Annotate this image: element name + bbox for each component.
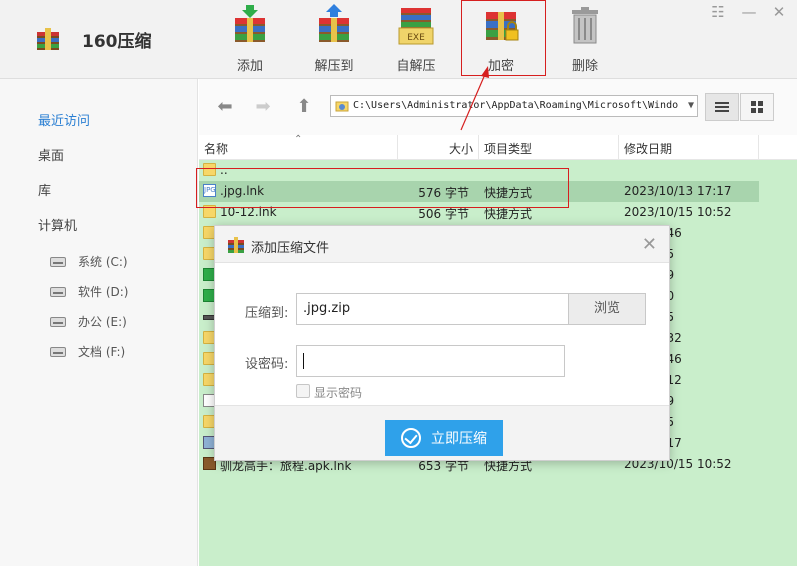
- add-label: 添加: [236, 59, 263, 74]
- extract-to-button[interactable]: 解压到: [302, 4, 366, 74]
- chevron-down-icon[interactable]: ▼: [688, 96, 694, 116]
- folder-shortcut-icon: [335, 101, 349, 112]
- drive-label: 办公 (E:): [78, 315, 127, 329]
- list-view-icon: [715, 102, 729, 112]
- compress-to-input[interactable]: .jpg.zip: [296, 293, 569, 325]
- dialog-title: 添加压缩文件: [251, 241, 330, 256]
- drive-icon: [50, 286, 66, 297]
- close-icon[interactable]: ✕: [771, 4, 787, 20]
- sidebar: 最近访问 桌面 库 计算机 系统 (C:) 软件 (D:) 办公 (E:) 文档…: [0, 79, 198, 566]
- svg-text:EXE: EXE: [407, 33, 425, 43]
- self-extract-exe-icon: EXE: [398, 8, 434, 45]
- encrypt-highlight-box: [461, 0, 546, 76]
- address-path: C:\Users\Administrator\AppData\Roaming\M…: [353, 100, 679, 111]
- close-icon[interactable]: ✕: [642, 234, 657, 255]
- password-label: 设密码:: [245, 357, 289, 372]
- menu-icon[interactable]: ☷: [710, 4, 726, 20]
- drive-icon: [50, 346, 66, 357]
- text-cursor: [303, 352, 304, 369]
- toolbar: 160压缩 添加 解压到 EXE 自解压 加密 删除 ☷ — ✕: [0, 0, 797, 79]
- extract-to-icon: [319, 4, 349, 42]
- dialog-header: 添加压缩文件 ✕: [215, 226, 669, 263]
- dialog-footer: 立即压缩: [215, 405, 669, 460]
- selected-file-highlight-box: [196, 168, 569, 208]
- app-logo-icon: [37, 28, 59, 50]
- sidebar-item-computer[interactable]: 计算机: [38, 215, 77, 234]
- drive-label: 软件 (D:): [78, 285, 129, 299]
- add-button[interactable]: 添加: [218, 4, 282, 74]
- archive-icon: [228, 237, 244, 253]
- sidebar-item-desktop[interactable]: 桌面: [38, 145, 64, 164]
- password-input[interactable]: [296, 345, 565, 377]
- sidebar-item-recent[interactable]: 最近访问: [38, 110, 90, 129]
- dialog-body: 压缩到: .jpg.zip 浏览 设密码: 显示密码: [215, 264, 669, 405]
- column-header: 名称 ⌃ 大小 项目类型 修改日期: [199, 134, 797, 160]
- column-name[interactable]: 名称: [204, 140, 228, 157]
- sidebar-drive-e[interactable]: 办公 (E:): [50, 313, 127, 330]
- sidebar-drive-c[interactable]: 系统 (C:): [50, 253, 128, 270]
- self-extract-label: 自解压: [396, 59, 436, 74]
- up-arrow-icon[interactable]: ⬆: [294, 97, 314, 117]
- drive-icon: [50, 316, 66, 327]
- delete-button[interactable]: 删除: [553, 4, 617, 74]
- show-password-checkbox[interactable]: [296, 384, 310, 398]
- app-title: 160压缩: [82, 32, 152, 52]
- file-date: 2023/10/13 17:17: [624, 184, 732, 198]
- column-size[interactable]: 大小: [449, 140, 473, 157]
- grid-view-icon: [751, 101, 763, 113]
- minimize-icon[interactable]: —: [741, 4, 757, 20]
- add-archive-icon: [235, 5, 265, 42]
- compress-now-label: 立即压缩: [431, 431, 487, 447]
- list-view-button[interactable]: [705, 93, 739, 121]
- browse-button[interactable]: 浏览: [568, 293, 646, 325]
- self-extract-button[interactable]: EXE 自解压: [384, 4, 448, 74]
- drive-label: 系统 (C:): [78, 255, 128, 269]
- compress-to-label: 压缩到:: [245, 306, 289, 321]
- sort-up-icon: ⌃: [294, 134, 303, 145]
- column-date[interactable]: 修改日期: [624, 140, 672, 157]
- file-date: 2023/10/15 10:52: [624, 205, 732, 219]
- sidebar-drive-d[interactable]: 软件 (D:): [50, 283, 128, 300]
- drive-icon: [50, 256, 66, 267]
- drive-label: 文档 (F:): [78, 345, 126, 359]
- navigation-bar: ⬅ ➡ ⬆ C:\Users\Administrator\AppData\Roa…: [199, 79, 797, 135]
- grid-view-button[interactable]: [740, 93, 774, 121]
- extract-to-label: 解压到: [314, 59, 354, 74]
- forward-arrow-icon[interactable]: ➡: [253, 97, 273, 117]
- column-type[interactable]: 项目类型: [484, 140, 532, 157]
- sidebar-drive-f[interactable]: 文档 (F:): [50, 343, 125, 360]
- back-arrow-icon[interactable]: ⬅: [215, 97, 235, 117]
- show-password-label: 显示密码: [314, 386, 363, 400]
- delete-label: 删除: [571, 59, 598, 74]
- check-circle-icon: [401, 428, 421, 448]
- compress-now-button[interactable]: 立即压缩: [385, 420, 503, 456]
- address-bar[interactable]: C:\Users\Administrator\AppData\Roaming\M…: [330, 95, 698, 117]
- sidebar-item-library[interactable]: 库: [38, 180, 51, 199]
- trash-icon: [572, 7, 598, 44]
- add-archive-dialog: 添加压缩文件 ✕ 压缩到: .jpg.zip 浏览 设密码: 显示密码 立即压缩: [214, 225, 670, 461]
